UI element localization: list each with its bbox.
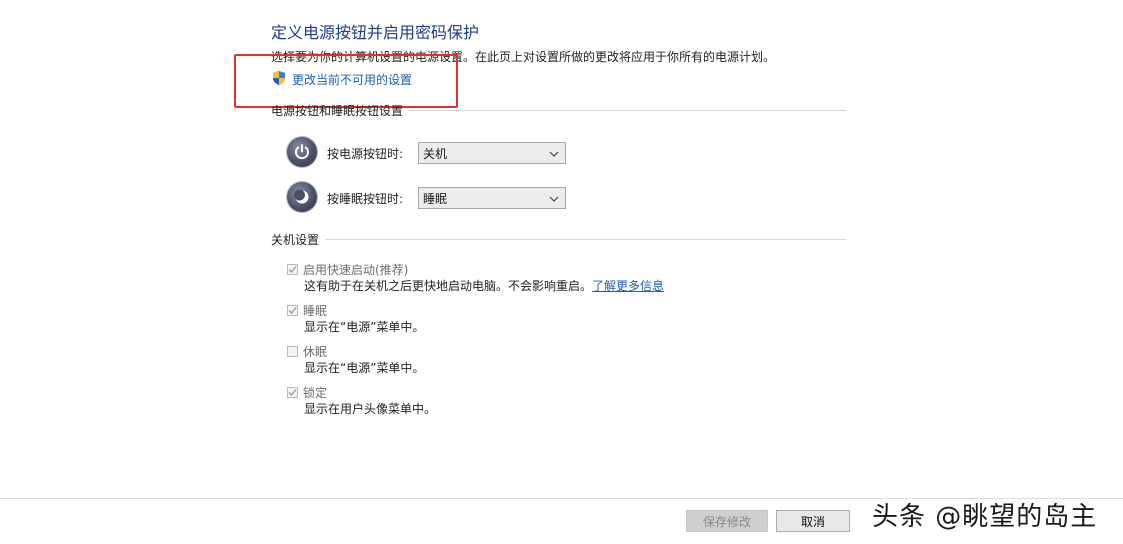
sleep-option[interactable]: 睡眠	[287, 302, 327, 319]
hibernate-checkbox[interactable]	[287, 346, 298, 357]
description-text: 这有助于在关机之后更快地启动电脑。不会影响重启。	[304, 279, 593, 293]
learn-more-link[interactable]: 了解更多信息	[592, 279, 664, 293]
lock-label: 锁定	[303, 386, 328, 400]
section-divider	[325, 239, 846, 240]
watermark-text: 头条 @眺望的岛主	[872, 502, 1098, 532]
lock-option[interactable]: 锁定	[287, 384, 327, 401]
save-changes-button[interactable]: 保存修改	[686, 510, 768, 532]
section-heading-text: 关机设置	[271, 233, 320, 247]
sleep-checkbox[interactable]	[287, 305, 298, 316]
change-settings-label[interactable]: 更改当前不可用的设置	[292, 71, 412, 88]
cancel-button[interactable]: 取消	[776, 510, 850, 532]
section-heading-text: 电源按钮和睡眠按钮设置	[271, 104, 404, 118]
sleep-button-action-select[interactable]: 睡眠	[418, 187, 566, 209]
change-unavailable-settings-link[interactable]: 更改当前不可用的设置	[271, 70, 412, 89]
power-buttons-section-heading: 电源按钮和睡眠按钮设置	[271, 102, 846, 119]
power-icon	[287, 137, 317, 167]
hibernate-label: 休眠	[303, 345, 328, 359]
hibernate-description: 显示在“电源”菜单中。	[304, 361, 425, 375]
shutdown-section-heading: 关机设置	[271, 231, 846, 248]
sleep-label: 睡眠	[303, 304, 328, 318]
sleep-description: 显示在“电源”菜单中。	[304, 320, 425, 334]
page-description: 选择要为你的计算机设置的电源设置。在此页上对设置所做的更改将应用于你所有的电源计…	[271, 50, 776, 64]
fast-startup-checkbox[interactable]	[287, 264, 298, 275]
power-button-action-select[interactable]: 关机	[418, 142, 566, 164]
lock-description: 显示在用户头像菜单中。	[304, 402, 437, 416]
fast-startup-option[interactable]: 启用快速启动(推荐)	[287, 261, 408, 278]
hibernate-option[interactable]: 休眠	[287, 343, 327, 360]
fast-startup-description: 这有助于在关机之后更快地启动电脑。不会影响重启。了解更多信息	[304, 277, 664, 294]
section-divider	[409, 110, 846, 111]
select-value: 关机	[423, 146, 448, 161]
sleep-moon-icon	[287, 182, 317, 212]
page-title: 定义电源按钮并启用密码保护	[271, 23, 480, 42]
power-options-page: 定义电源按钮并启用密码保护 选择要为你的计算机设置的电源设置。在此页上对设置所做…	[0, 0, 1123, 544]
fast-startup-label: 启用快速启动(推荐)	[303, 263, 409, 277]
power-button-label: 按电源按钮时:	[327, 147, 404, 161]
sleep-button-label: 按睡眠按钮时:	[327, 192, 404, 206]
chevron-down-icon	[549, 146, 559, 160]
lock-checkbox[interactable]	[287, 387, 298, 398]
select-value: 睡眠	[423, 191, 448, 206]
chevron-down-icon	[549, 191, 559, 205]
uac-shield-icon	[271, 70, 287, 89]
